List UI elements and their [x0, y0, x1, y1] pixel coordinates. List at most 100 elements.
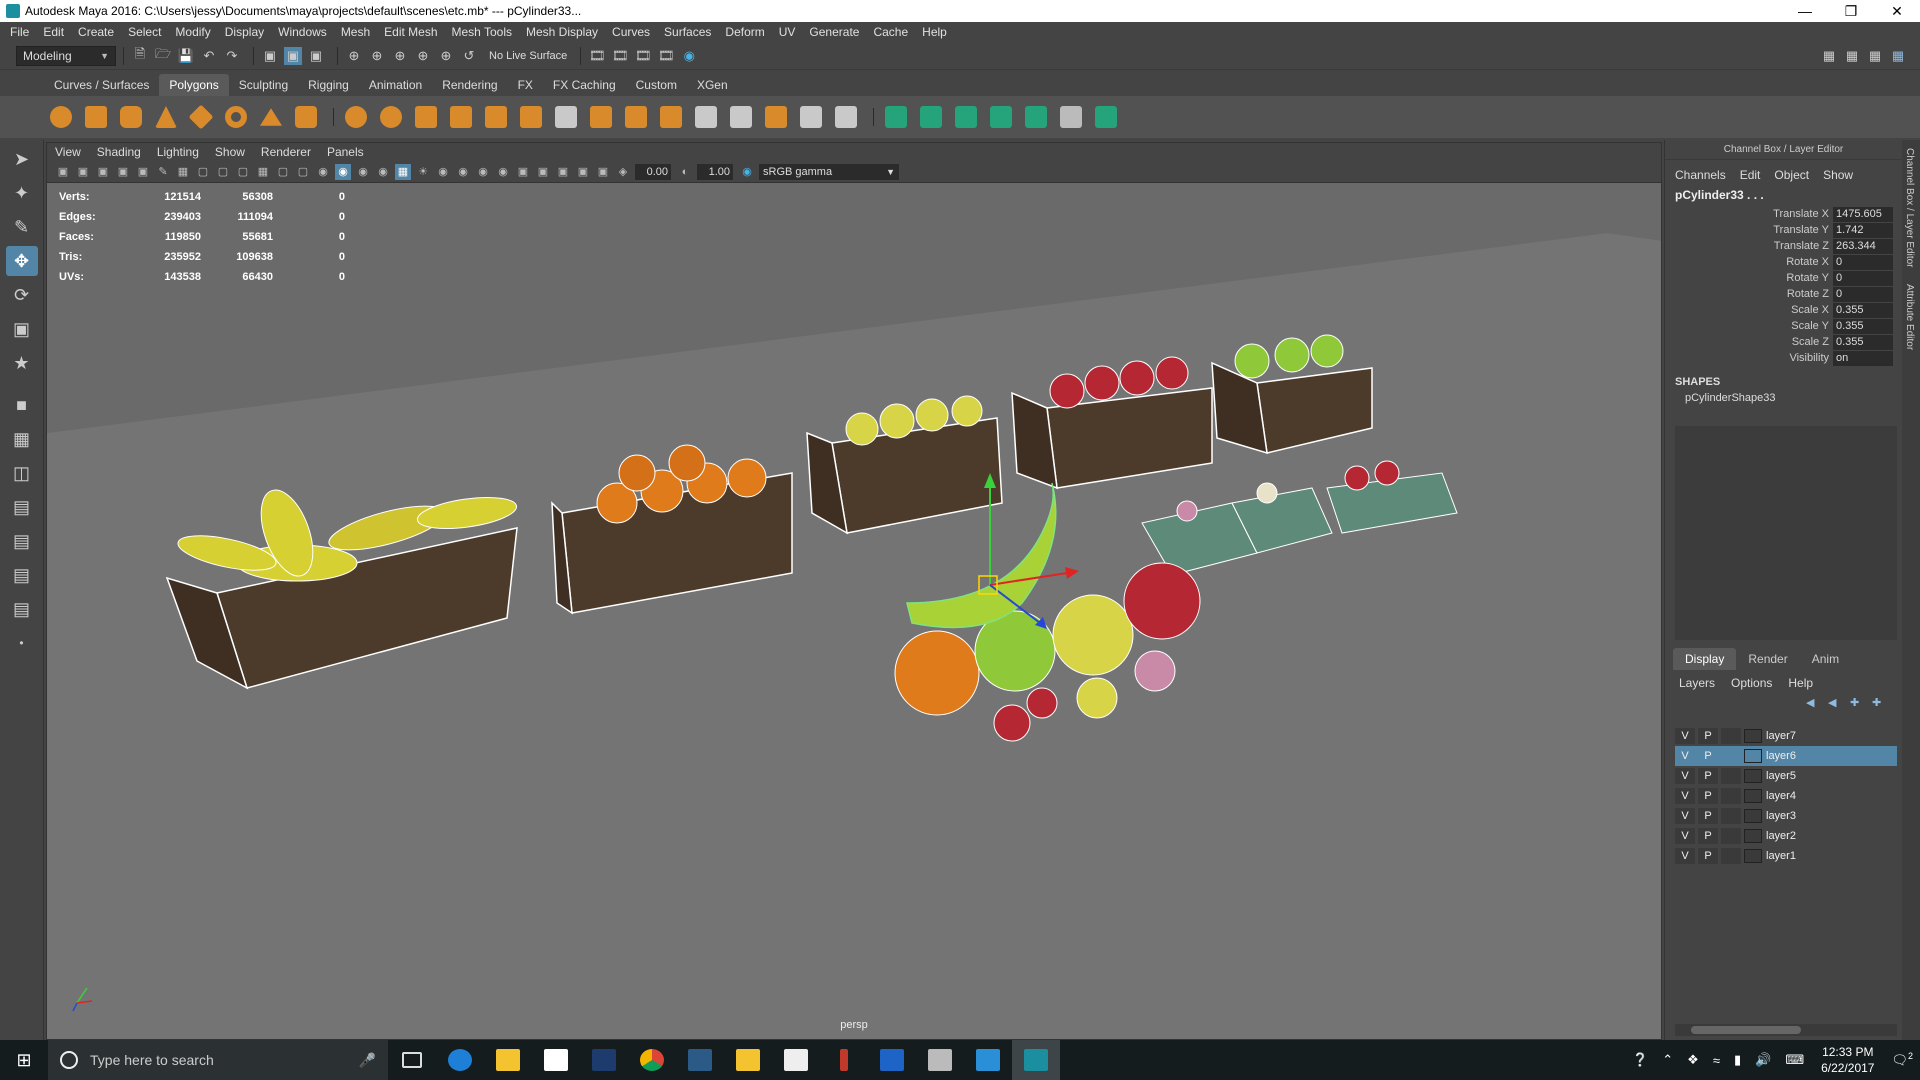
- vp-menu-lighting[interactable]: Lighting: [157, 145, 199, 159]
- attr-value[interactable]: 1.742: [1833, 222, 1893, 238]
- persp-outliner-layout-icon[interactable]: ▤: [6, 526, 38, 556]
- textured-icon[interactable]: ▦: [395, 163, 411, 180]
- poly-sphere-button[interactable]: [46, 102, 76, 132]
- rotate-tool-icon[interactable]: ⟳: [6, 280, 38, 310]
- sticky-notes-icon[interactable]: [724, 1040, 772, 1080]
- collapse-toolbox-icon[interactable]: •: [6, 628, 38, 658]
- snap-curve-icon[interactable]: ⊕: [368, 47, 386, 65]
- layer-row[interactable]: V Player4: [1675, 786, 1897, 806]
- le-menu-layers[interactable]: Layers: [1679, 676, 1715, 690]
- move-layer-up-icon[interactable]: ◀: [1806, 696, 1822, 710]
- select-hierarchy-icon[interactable]: ▣: [261, 47, 279, 65]
- gamma-icon[interactable]: ◐: [677, 164, 693, 180]
- undo-icon[interactable]: ↶: [200, 47, 218, 65]
- select-camera-icon[interactable]: ▣: [55, 164, 71, 180]
- single-view-layout-icon[interactable]: ■: [6, 390, 38, 420]
- resolution-gate-icon[interactable]: ▢: [215, 164, 231, 180]
- playback-toggle[interactable]: P: [1698, 748, 1718, 764]
- grid-icon[interactable]: ▦: [175, 164, 191, 180]
- safe-action-icon[interactable]: ▢: [275, 164, 291, 180]
- live-surface-label[interactable]: No Live Surface: [489, 50, 567, 62]
- selected-object-name[interactable]: pCylinder33 . . .: [1665, 184, 1902, 206]
- display-type-toggle[interactable]: [1721, 748, 1741, 764]
- channel-box-toggle-icon[interactable]: ▦: [1889, 47, 1907, 65]
- maximize-button[interactable]: ❐: [1828, 0, 1874, 22]
- horizontal-scrollbar[interactable]: [1675, 1024, 1897, 1036]
- bookmark-icon[interactable]: ▣: [95, 164, 111, 180]
- minimize-button[interactable]: —: [1782, 0, 1828, 22]
- exposure-field[interactable]: 0.00: [635, 163, 671, 180]
- wireframe-on-shaded-icon[interactable]: ◉: [375, 164, 391, 180]
- playback-toggle[interactable]: P: [1698, 728, 1718, 744]
- snap-surface-icon[interactable]: ⊕: [437, 47, 455, 65]
- menu-generate[interactable]: Generate: [809, 25, 859, 39]
- battery-icon[interactable]: ▮: [1734, 1052, 1741, 1068]
- field-chart-icon[interactable]: ▦: [255, 164, 271, 180]
- file-explorer-icon[interactable]: [484, 1040, 532, 1080]
- shelf-tab-animation[interactable]: Animation: [359, 74, 432, 96]
- playback-toggle[interactable]: P: [1698, 848, 1718, 864]
- side-tab-attribute-editor[interactable]: Attribute Editor: [1902, 276, 1917, 358]
- select-component-icon[interactable]: ▣: [307, 47, 325, 65]
- gate-mask-icon[interactable]: ▢: [235, 164, 251, 180]
- menu-edit-mesh[interactable]: Edit Mesh: [384, 25, 437, 39]
- close-button[interactable]: ✕: [1874, 0, 1920, 22]
- grease-pencil-icon[interactable]: ✎: [155, 164, 171, 180]
- vp-menu-view[interactable]: View: [55, 145, 81, 159]
- attr-value[interactable]: 0: [1833, 286, 1893, 302]
- shelf-tab-custom[interactable]: Custom: [626, 74, 687, 96]
- playback-toggle[interactable]: P: [1698, 768, 1718, 784]
- xray-components-icon[interactable]: ▣: [595, 164, 611, 180]
- taskbar-search-box[interactable]: Type here to search 🎤: [48, 1040, 388, 1080]
- menu-curves[interactable]: Curves: [612, 25, 650, 39]
- ipr-render-icon[interactable]: 🎞: [634, 47, 652, 65]
- cb-menu-edit[interactable]: Edit: [1740, 168, 1761, 182]
- clock[interactable]: 12:33 PM 6/22/2017: [1821, 1044, 1874, 1076]
- layer-row[interactable]: V Player6: [1675, 746, 1897, 766]
- store-icon[interactable]: [532, 1040, 580, 1080]
- attr-value[interactable]: 0.355: [1833, 334, 1893, 350]
- isolate-select-icon[interactable]: ▣: [535, 164, 551, 180]
- attr-value[interactable]: 0.355: [1833, 318, 1893, 334]
- menu-help[interactable]: Help: [922, 25, 947, 39]
- attr-name[interactable]: Translate Y: [1665, 224, 1833, 236]
- shelf-tab-rigging[interactable]: Rigging: [298, 74, 359, 96]
- graph-editor-layout-icon[interactable]: ▤: [6, 594, 38, 624]
- menu-surfaces[interactable]: Surfaces: [664, 25, 711, 39]
- poly-cylinder-button[interactable]: [116, 102, 146, 132]
- shelf-tab-sculpting[interactable]: Sculpting: [229, 74, 298, 96]
- layer-row[interactable]: V Player1: [1675, 846, 1897, 866]
- visibility-toggle[interactable]: V: [1675, 828, 1695, 844]
- anti-aliasing-icon[interactable]: ◉: [495, 164, 511, 180]
- display-type-toggle[interactable]: [1721, 848, 1741, 864]
- render-settings-icon[interactable]: 🎞: [657, 47, 675, 65]
- uv-editor-button[interactable]: [1021, 102, 1051, 132]
- shelf-tab-xgen[interactable]: XGen: [687, 74, 738, 96]
- layer-color-swatch[interactable]: [1744, 729, 1762, 743]
- side-tab-channel-box[interactable]: Channel Box / Layer Editor: [1902, 140, 1917, 276]
- music-app-icon[interactable]: [676, 1040, 724, 1080]
- ambient-occlusion-icon[interactable]: ◉: [455, 164, 471, 180]
- motion-blur-icon[interactable]: ◉: [475, 164, 491, 180]
- vudu-icon[interactable]: [868, 1040, 916, 1080]
- lasso-tool-icon[interactable]: ✦: [6, 178, 38, 208]
- move-layer-down-icon[interactable]: ◀: [1828, 696, 1844, 710]
- mirror-button[interactable]: [446, 102, 476, 132]
- poly-plane-button[interactable]: [186, 102, 216, 132]
- shelf-tab-fx[interactable]: FX: [508, 74, 543, 96]
- display-type-toggle[interactable]: [1721, 768, 1741, 784]
- mode-dropdown[interactable]: Modeling ▼: [16, 45, 116, 66]
- menu-display[interactable]: Display: [225, 25, 264, 39]
- vp-menu-panels[interactable]: Panels: [327, 145, 364, 159]
- layer-name[interactable]: layer4: [1766, 790, 1796, 802]
- menu-select[interactable]: Select: [128, 25, 161, 39]
- cb-menu-channels[interactable]: Channels: [1675, 168, 1726, 182]
- menu-deform[interactable]: Deform: [725, 25, 764, 39]
- layer-name[interactable]: layer7: [1766, 730, 1796, 742]
- layer-name[interactable]: layer3: [1766, 810, 1796, 822]
- poly-prism-button[interactable]: [256, 102, 286, 132]
- layer-color-swatch[interactable]: [1744, 829, 1762, 843]
- layer-row[interactable]: V Player7: [1675, 726, 1897, 746]
- visibility-toggle[interactable]: V: [1675, 808, 1695, 824]
- tab-anim[interactable]: Anim: [1800, 648, 1851, 670]
